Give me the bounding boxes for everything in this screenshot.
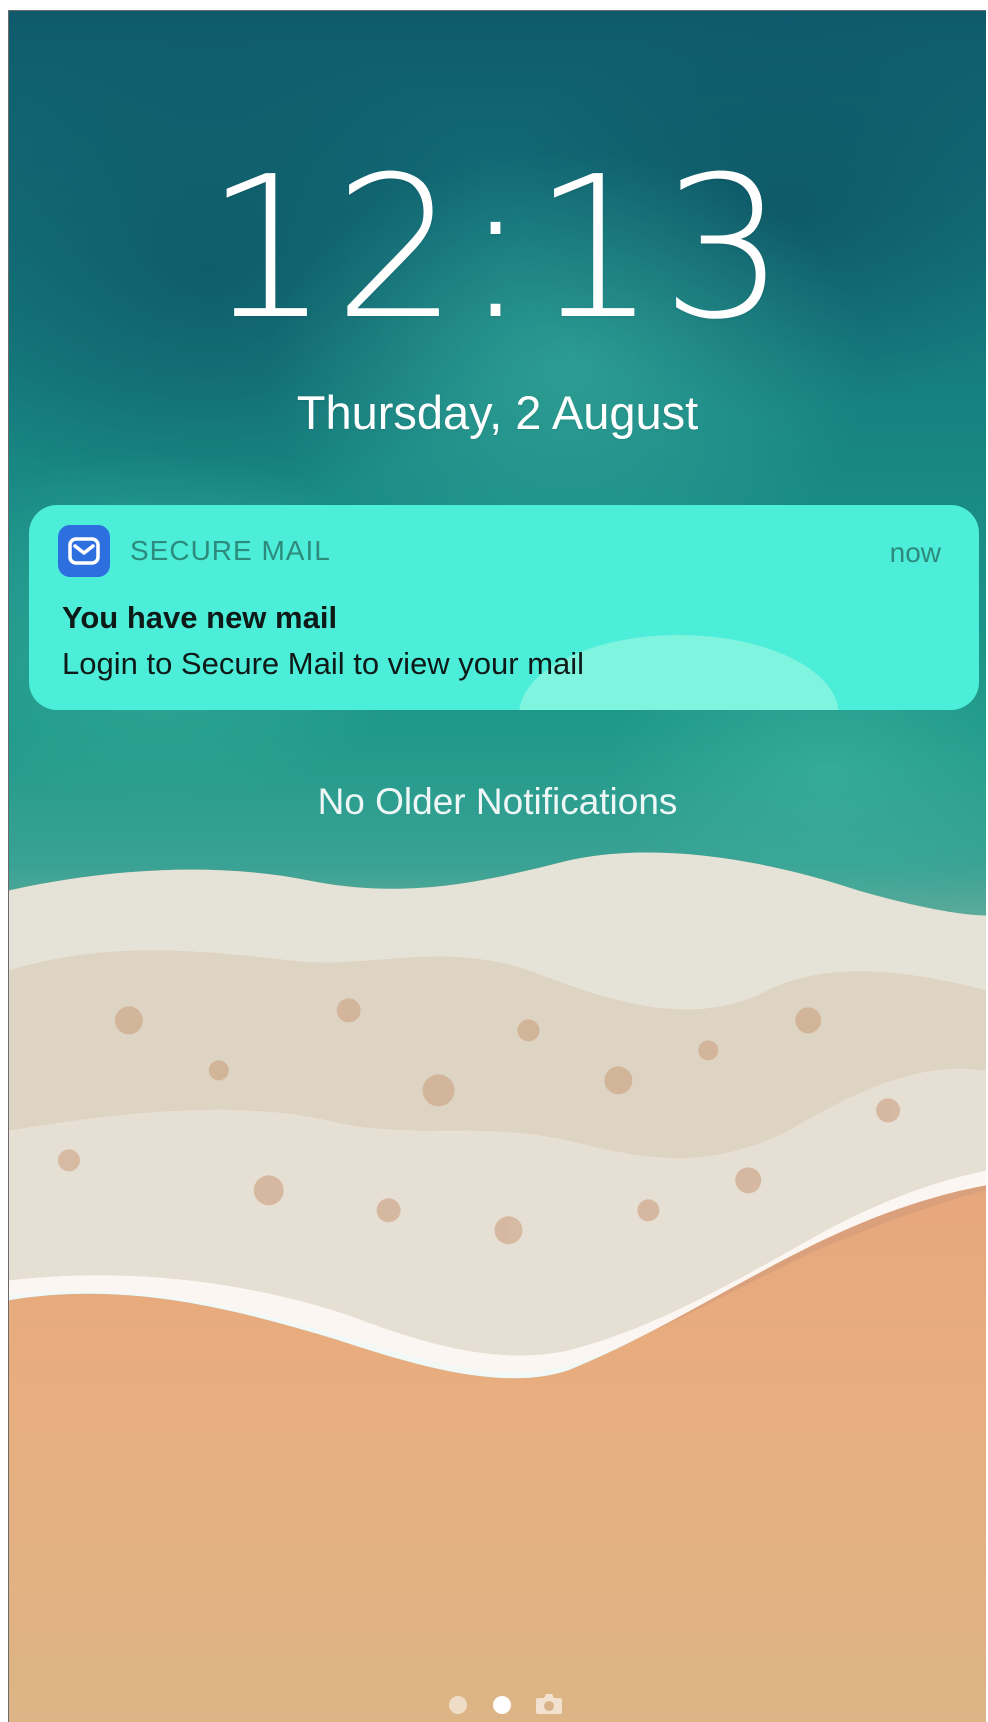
notification-time: now xyxy=(889,537,941,568)
lock-screen: 12:13 Thursday, 2 August SECURE MAIL now… xyxy=(8,10,986,1722)
camera-icon[interactable] xyxy=(535,1693,563,1715)
notification-body: Login to Secure Mail to view your mail xyxy=(62,646,585,681)
page-dot-1[interactable] xyxy=(449,1696,467,1714)
page-indicator[interactable] xyxy=(449,1691,579,1715)
envelope-icon xyxy=(58,525,110,577)
mail-notification[interactable]: SECURE MAIL now You have new mail Login … xyxy=(29,505,979,710)
notification-title: You have new mail xyxy=(62,600,338,635)
notification-app-name: SECURE MAIL xyxy=(130,535,331,566)
page-dot-2-active[interactable] xyxy=(493,1696,511,1714)
lock-screen-date: Thursday, 2 August xyxy=(296,386,699,439)
lock-screen-time: 12:13 xyxy=(205,135,790,363)
no-older-notifications-label: No Older Notifications xyxy=(317,781,678,822)
